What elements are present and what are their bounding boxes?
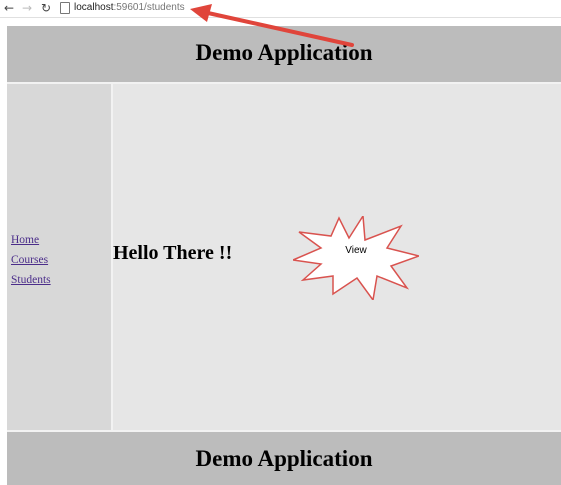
page-icon [60,2,70,14]
url-host: localhost [74,2,114,13]
forward-icon[interactable]: → [20,1,34,15]
footer-title: Demo Application [195,446,373,471]
page-footer: Demo Application [7,432,561,485]
page-header: Demo Application [7,26,561,82]
main-content: Hello There !! View [113,84,561,430]
header-title: Demo Application [195,40,373,65]
url-path: :59601/students [113,2,185,13]
reload-icon[interactable]: ↻ [39,1,53,15]
sidebar-link-courses[interactable]: Courses [11,254,48,266]
browser-toolbar: ← → ↻ localhost:59601/students [0,0,561,18]
starburst-callout [293,216,419,300]
web-page: Demo Application Home Courses Students H… [7,26,561,485]
sidebar-link-students[interactable]: Students [11,274,51,286]
greeting-heading: Hello There !! [113,242,233,264]
address-bar[interactable]: localhost:59601/students [74,2,185,14]
back-icon[interactable]: ← [2,1,16,15]
sidebar: Home Courses Students [7,84,111,430]
sidebar-nav: Home Courses Students [11,230,51,290]
sidebar-link-home[interactable]: Home [11,234,39,246]
view-label: View [345,245,367,256]
